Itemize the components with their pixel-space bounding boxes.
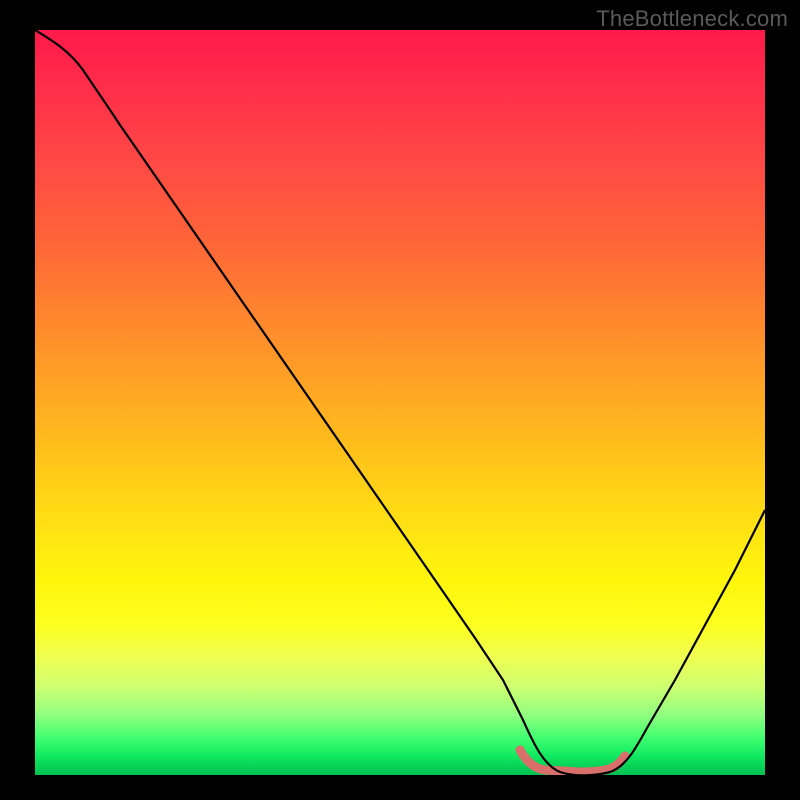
bottleneck-curve (35, 30, 765, 775)
chart-svg (35, 30, 765, 775)
watermark-text: TheBottleneck.com (596, 6, 788, 32)
plot-area (35, 30, 765, 775)
optimal-range-marker (520, 750, 625, 772)
